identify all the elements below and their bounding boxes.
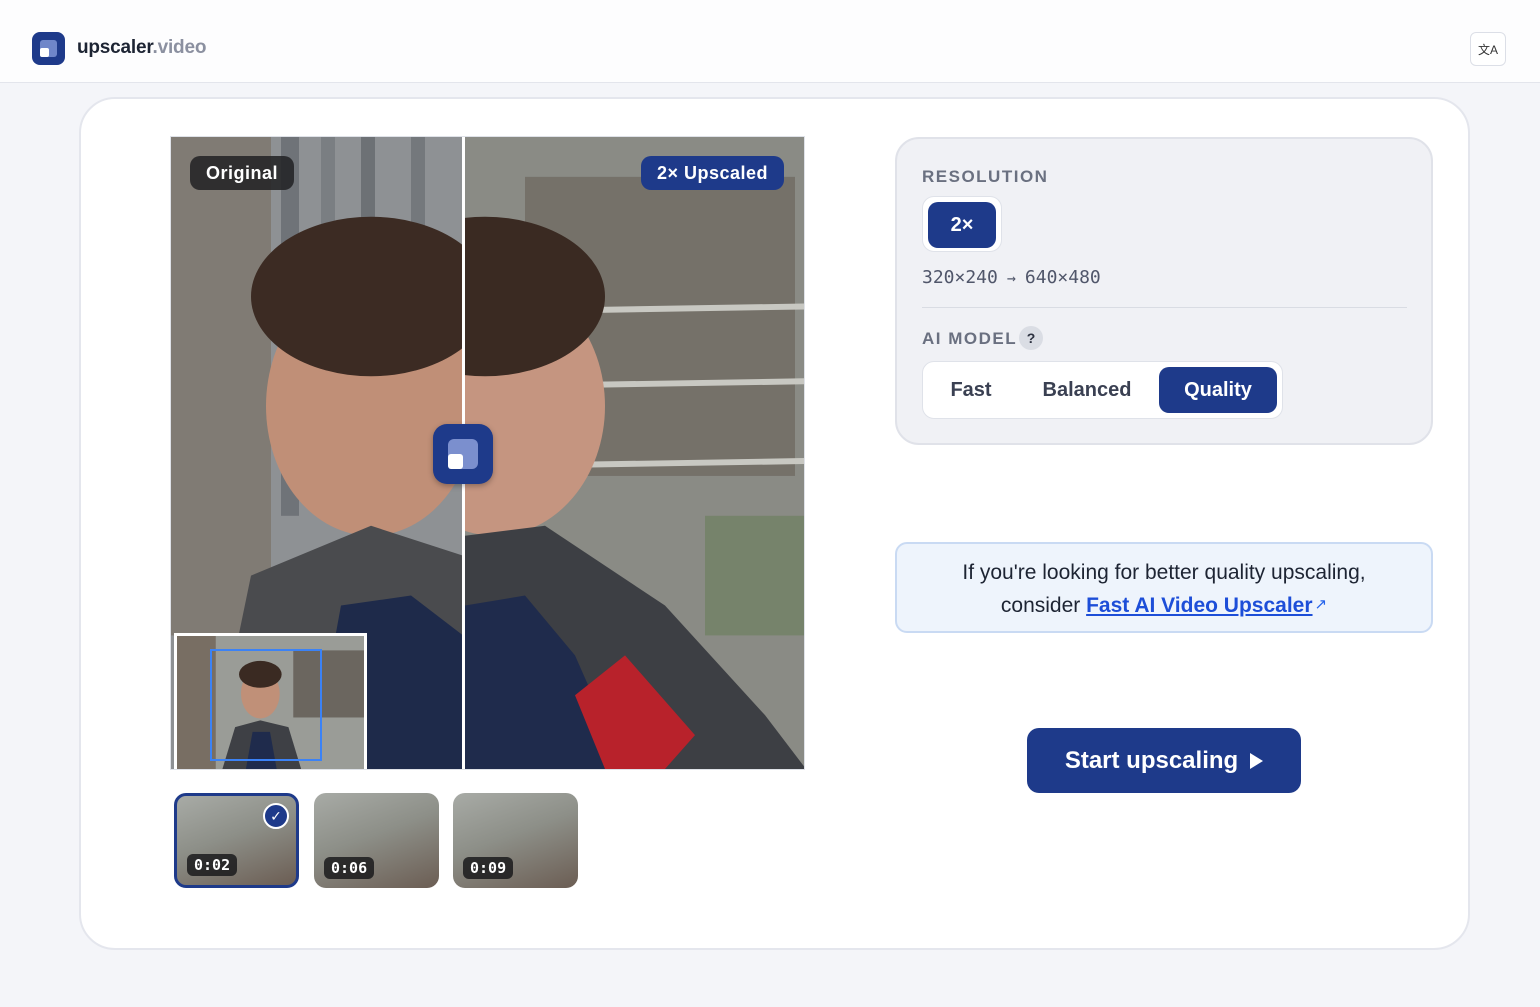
external-link-icon: ↗ bbox=[1314, 596, 1328, 613]
resolution-options: 2× bbox=[922, 196, 1002, 252]
minimap[interactable] bbox=[174, 633, 367, 769]
resolution-2x-button[interactable]: 2× bbox=[928, 202, 996, 248]
model-quality-button[interactable]: Quality bbox=[1159, 367, 1277, 413]
notice-line-1: If you're looking for better quality ups… bbox=[962, 561, 1366, 584]
model-balanced-button[interactable]: Balanced bbox=[1029, 367, 1145, 413]
original-badge: Original bbox=[190, 156, 295, 190]
resolution-summary: 320×240 → 640×480 bbox=[922, 267, 1101, 288]
settings-panel: RESOLUTION 2× 320×240 → 640×480 AI MODEL ?… bbox=[895, 137, 1433, 445]
source-resolution: 320×240 bbox=[922, 267, 998, 288]
minimap-viewport[interactable] bbox=[210, 649, 322, 761]
thumbnail-time: 0:06 bbox=[324, 857, 375, 879]
notice-prefix: consider bbox=[1000, 594, 1087, 617]
comparison-viewer[interactable]: Original 2× Upscaled bbox=[170, 136, 805, 770]
upscaled-scene bbox=[465, 137, 804, 769]
split-handle[interactable] bbox=[433, 424, 493, 484]
ai-model-label: AI MODEL bbox=[922, 329, 1018, 348]
start-button-label: Start upscaling bbox=[1064, 747, 1239, 774]
main-card: Original 2× Upscaled 0:02 ✓ 0:06 0:09 RE… bbox=[79, 97, 1470, 950]
target-resolution: 640×480 bbox=[1024, 267, 1101, 288]
thumbnail-0-06[interactable]: 0:06 bbox=[314, 793, 439, 888]
top-bar: upscaler.video 文A bbox=[0, 0, 1540, 83]
arrow-right-icon: → bbox=[1006, 269, 1016, 287]
thumbnail-time: 0:09 bbox=[463, 857, 514, 879]
upsell-notice: If you're looking for better quality ups… bbox=[895, 542, 1433, 633]
thumbnail-time: 0:02 bbox=[187, 854, 238, 876]
resolution-label: RESOLUTION bbox=[922, 167, 1049, 186]
handle-shape-front bbox=[448, 454, 463, 469]
upscaled-badge: 2× Upscaled bbox=[641, 156, 785, 190]
thumbnail-0-09[interactable]: 0:09 bbox=[453, 793, 578, 888]
model-fast-button[interactable]: Fast bbox=[933, 367, 1009, 413]
brand-name[interactable]: upscaler.video bbox=[77, 37, 206, 59]
play-icon bbox=[1250, 753, 1264, 769]
start-upscaling-button[interactable]: Start upscaling bbox=[1027, 728, 1301, 793]
thumbnail-0-02[interactable]: 0:02 ✓ bbox=[174, 793, 299, 888]
language-button[interactable]: 文A bbox=[1470, 32, 1506, 66]
translate-icon: 文A bbox=[1477, 42, 1498, 57]
help-icon[interactable]: ? bbox=[1019, 326, 1043, 350]
fast-ai-upscaler-link[interactable]: Fast AI Video Upscaler bbox=[1086, 594, 1312, 617]
model-selector: Fast Balanced Quality bbox=[922, 361, 1283, 419]
brand-tld: .video bbox=[152, 37, 207, 58]
brand-main: upscaler bbox=[77, 37, 153, 58]
logo-icon[interactable] bbox=[32, 32, 65, 65]
section-divider bbox=[922, 307, 1407, 308]
checkmark-icon: ✓ bbox=[263, 803, 289, 829]
logo-shape-front bbox=[40, 48, 49, 57]
upscaled-frame bbox=[465, 137, 804, 769]
notice-line-2: consider Fast AI Video Upscaler ↗ bbox=[897, 589, 1431, 622]
